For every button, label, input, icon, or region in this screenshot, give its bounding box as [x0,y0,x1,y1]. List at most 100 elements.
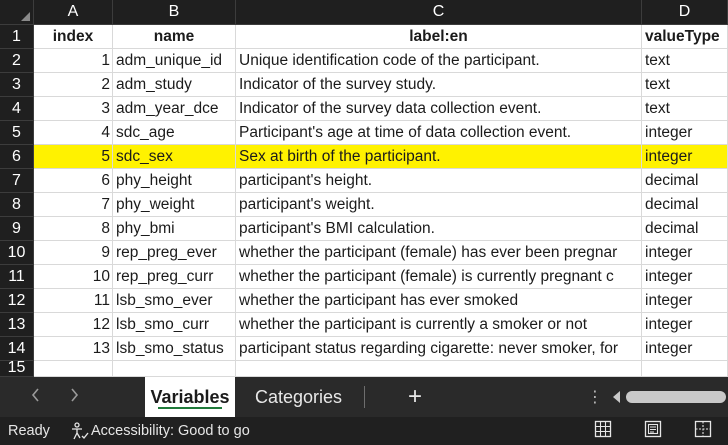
cell-b12[interactable]: lsb_smo_ever [113,289,236,313]
accessibility-icon[interactable] [70,421,90,441]
cell-d9[interactable]: decimal [642,217,728,241]
cell-a15[interactable] [34,361,113,377]
cell-b8[interactable]: phy_weight [113,193,236,217]
row-header-10[interactable]: 10 [0,241,34,265]
cell-a13[interactable]: 12 [34,313,113,337]
page-layout-view-button[interactable] [628,417,678,445]
sheet-tab-categories[interactable]: Categories [235,377,356,417]
row-header-15[interactable]: 15 [0,360,34,377]
cell-d11[interactable]: integer [642,265,728,289]
page-break-preview-button[interactable] [678,417,728,445]
accessibility-status[interactable]: Accessibility: Good to go [91,423,250,439]
column-header-d[interactable]: D [642,0,728,25]
cell-c1[interactable]: label:en [236,25,642,49]
cell-c9[interactable]: participant's BMI calculation. [236,217,642,241]
cell-a5[interactable]: 4 [34,121,113,145]
column-header-c[interactable]: C [236,0,642,25]
page-layout-view-icon [644,420,662,442]
cell-a12[interactable]: 11 [34,289,113,313]
sheet-tab-bar: Variables Categories + ⋮ [0,377,728,417]
cell-c8[interactable]: participant's weight. [236,193,642,217]
cell-c13[interactable]: whether the participant is currently a s… [236,313,642,337]
row-header-11[interactable]: 11 [0,265,34,289]
cell-b2[interactable]: adm_unique_id [113,49,236,73]
cell-a2[interactable]: 1 [34,49,113,73]
cell-a8[interactable]: 7 [34,193,113,217]
row-header-9[interactable]: 9 [0,217,34,241]
cell-c14[interactable]: participant status regarding cigarette: … [236,337,642,361]
spreadsheet-grid[interactable]: A B C D 1 index name label:en valueType … [0,0,728,377]
cell-d10[interactable]: integer [642,241,728,265]
cell-d13[interactable]: integer [642,313,728,337]
scroll-tabs-right-button[interactable] [52,377,96,417]
cell-a6[interactable]: 5 [34,145,113,169]
row-header-1[interactable]: 1 [0,25,34,49]
cell-a3[interactable]: 2 [34,73,113,97]
cell-b11[interactable]: rep_preg_curr [113,265,236,289]
cell-d14[interactable]: integer [642,337,728,361]
row-header-4[interactable]: 4 [0,97,34,121]
column-header-b[interactable]: B [113,0,236,25]
row-header-7[interactable]: 7 [0,169,34,193]
row-header-8[interactable]: 8 [0,193,34,217]
cell-d7[interactable]: decimal [642,169,728,193]
cell-c15[interactable] [236,361,642,377]
row-header-3[interactable]: 3 [0,73,34,97]
scroll-tabs-left-button[interactable] [0,377,52,417]
row-header-14[interactable]: 14 [0,337,34,361]
cell-a7[interactable]: 6 [34,169,113,193]
cell-c3[interactable]: Indicator of the survey study. [236,73,642,97]
cell-d5[interactable]: integer [642,121,728,145]
cell-c2[interactable]: Unique identification code of the partic… [236,49,642,73]
row-header-12[interactable]: 12 [0,289,34,313]
cell-b9[interactable]: phy_bmi [113,217,236,241]
cell-d4[interactable]: text [642,97,728,121]
cell-c6[interactable]: Sex at birth of the participant. [236,145,642,169]
add-sheet-button[interactable]: + [405,383,425,411]
view-switcher [578,417,728,445]
cell-c11[interactable]: whether the participant (female) is curr… [236,265,642,289]
status-bar: Ready Accessibility: Good to go [0,417,728,445]
cell-a14[interactable]: 13 [34,337,113,361]
cell-d12[interactable]: integer [642,289,728,313]
scroll-left-arrow-icon[interactable] [613,391,621,403]
cell-b3[interactable]: adm_study [113,73,236,97]
cell-c5[interactable]: Participant's age at time of data collec… [236,121,642,145]
cell-b13[interactable]: lsb_smo_curr [113,313,236,337]
row-header-5[interactable]: 5 [0,121,34,145]
row-header-6[interactable]: 6 [0,145,34,169]
normal-view-icon [594,420,612,442]
horizontal-scrollbar-thumb[interactable] [626,391,727,403]
cell-d8[interactable]: decimal [642,193,728,217]
normal-view-button[interactable] [578,417,628,445]
cell-b4[interactable]: adm_year_dce [113,97,236,121]
cell-a11[interactable]: 10 [34,265,113,289]
cell-c12[interactable]: whether the participant has ever smoked [236,289,642,313]
cell-d1[interactable]: valueType [642,25,728,49]
cell-a4[interactable]: 3 [34,97,113,121]
sheet-tab-variables[interactable]: Variables [145,377,235,417]
cell-c10[interactable]: whether the participant (female) has eve… [236,241,642,265]
cell-d6[interactable]: integer [642,145,728,169]
cell-b15[interactable] [113,361,236,377]
select-all-corner[interactable] [0,0,34,25]
cell-b10[interactable]: rep_preg_ever [113,241,236,265]
cell-a10[interactable]: 9 [34,241,113,265]
cell-a1[interactable]: index [34,25,113,49]
cell-b1[interactable]: name [113,25,236,49]
column-header-a[interactable]: A [34,0,113,25]
cell-b7[interactable]: phy_height [113,169,236,193]
cell-b14[interactable]: lsb_smo_status [113,337,236,361]
more-options-icon[interactable]: ⋮ [587,387,603,407]
cell-a9[interactable]: 8 [34,217,113,241]
cell-b6[interactable]: sdc_sex [113,145,236,169]
sheet-tab-label: Variables [150,386,230,407]
cell-d15[interactable] [642,361,728,377]
cell-d3[interactable]: text [642,73,728,97]
cell-b5[interactable]: sdc_age [113,121,236,145]
cell-d2[interactable]: text [642,49,728,73]
row-header-13[interactable]: 13 [0,313,34,337]
cell-c4[interactable]: Indicator of the survey data collection … [236,97,642,121]
cell-c7[interactable]: participant's height. [236,169,642,193]
row-header-2[interactable]: 2 [0,49,34,73]
